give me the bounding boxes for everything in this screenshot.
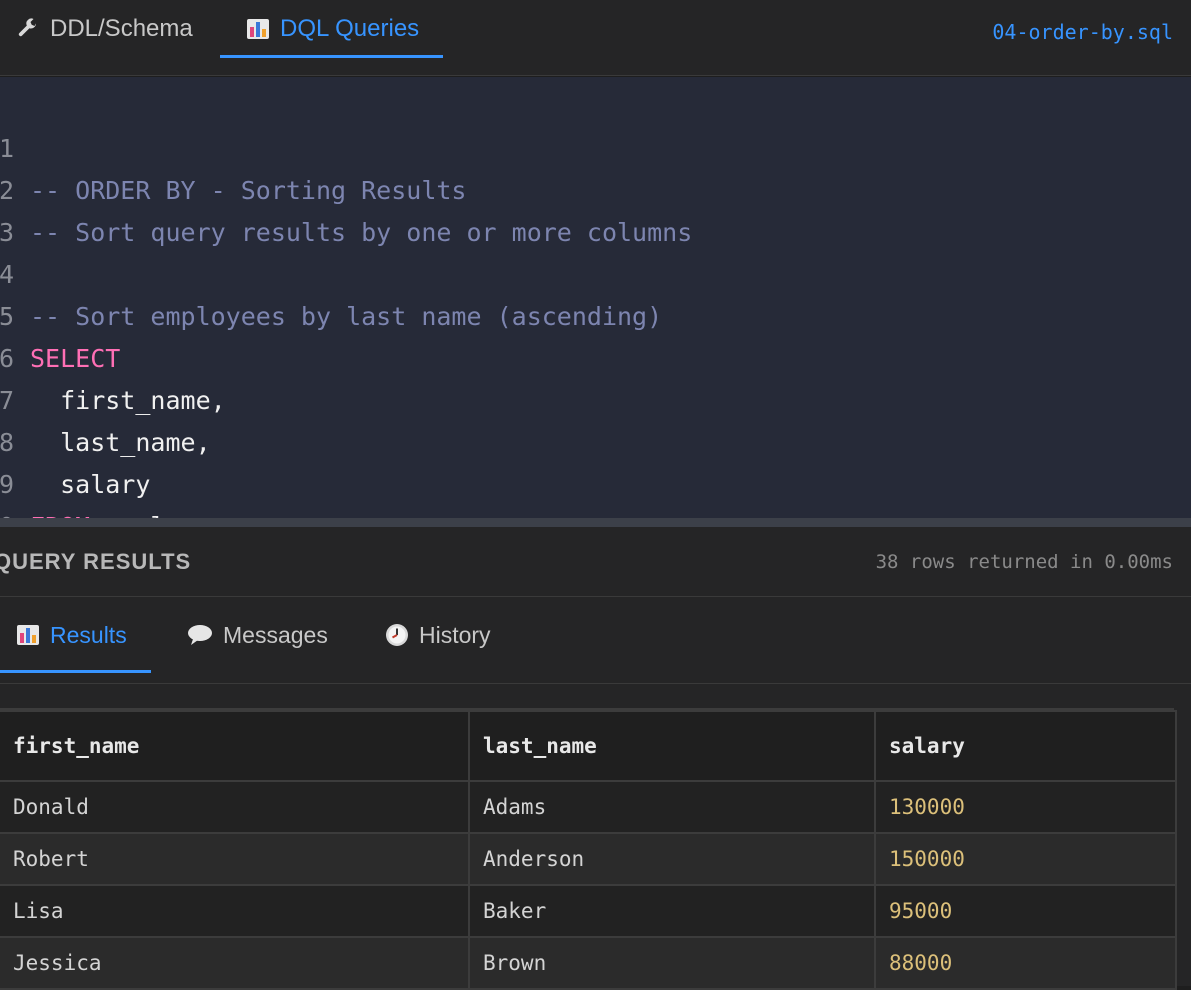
- speech-bubble-icon: [187, 624, 213, 646]
- column-header[interactable]: salary: [874, 710, 1177, 782]
- file-name: 04-order-by.sql: [992, 20, 1173, 44]
- code-line: 1 -- ORDER BY - Sorting Results: [0, 86, 1191, 205]
- code-line: 3: [0, 170, 1191, 247]
- bar-chart-icon: [16, 623, 40, 647]
- code-line: 4 -- Sort employees by last name (ascend…: [0, 212, 1191, 331]
- tab-history[interactable]: History: [385, 597, 491, 673]
- bar-chart-icon: [246, 17, 270, 41]
- table-cell: 130000: [874, 780, 1177, 834]
- results-tab-bar: Results Messages History: [0, 597, 1191, 684]
- tab-label: History: [419, 621, 491, 648]
- table-cell: Adams: [468, 780, 876, 834]
- tab-ddl-schema[interactable]: DDL/Schema: [16, 0, 193, 58]
- tab-label: DDL/Schema: [50, 15, 193, 42]
- tab-dql-queries[interactable]: DQL Queries: [220, 0, 444, 58]
- tab-label: DQL Queries: [280, 15, 420, 42]
- table-row[interactable]: Robert Anderson 150000: [0, 832, 1177, 886]
- editor-resize-handle[interactable]: [0, 518, 1191, 527]
- results-table: first_name last_name salary Donald Adams…: [0, 708, 1177, 990]
- table-cell: 150000: [874, 832, 1177, 886]
- code-line: 2 -- Sort query results by one or more c…: [0, 128, 1191, 247]
- table-cell: 88000: [874, 936, 1177, 990]
- table-cell: Anderson: [468, 832, 876, 886]
- table-cell: Robert: [0, 832, 470, 886]
- active-tab-indicator: [220, 55, 444, 58]
- column-header[interactable]: last_name: [468, 710, 876, 782]
- table-cell: Lisa: [0, 884, 470, 938]
- clock-icon: [385, 623, 409, 647]
- code-line: 6 first_name,: [0, 296, 1191, 415]
- tab-label: Results: [50, 621, 127, 648]
- table-header-row: first_name last_name salary: [0, 710, 1177, 782]
- table-row[interactable]: Donald Adams 130000: [0, 780, 1177, 834]
- tab-messages[interactable]: Messages: [187, 597, 328, 673]
- table-cell: 95000: [874, 884, 1177, 938]
- code-line: 5 SELECT: [0, 254, 1191, 373]
- code-line: 7 last_name,: [0, 338, 1191, 457]
- results-title: QUERY RESULTS: [0, 549, 192, 574]
- column-header[interactable]: first_name: [0, 710, 470, 782]
- sql-editor[interactable]: 1 -- ORDER BY - Sorting Results 2 -- Sor…: [0, 77, 1191, 583]
- table-row[interactable]: Lisa Baker 95000: [0, 884, 1177, 938]
- editor-tab-bar: DDL/Schema DQL Queries 04-order-by.sql: [0, 0, 1191, 76]
- table-row[interactable]: Jessica Brown 88000: [0, 936, 1177, 990]
- tab-label: Messages: [223, 621, 328, 648]
- table-cell: Jessica: [0, 936, 470, 990]
- code-line: 8 salary: [0, 380, 1191, 499]
- wrench-icon: [16, 17, 40, 41]
- results-panel: QUERY RESULTS 38 rows returned in 0.00ms…: [0, 527, 1191, 990]
- results-header: QUERY RESULTS 38 rows returned in 0.00ms: [0, 527, 1191, 597]
- code-line: 9 FROM employees: [0, 422, 1191, 541]
- table-cell: Donald: [0, 780, 470, 834]
- active-tab-indicator: [0, 670, 151, 673]
- table-cell: Baker: [468, 884, 876, 938]
- code-line: 0 ORDER BY last_name ASC;: [0, 464, 1191, 583]
- tab-results[interactable]: Results: [0, 597, 151, 673]
- results-stats: 38 rows returned in 0.00ms: [875, 551, 1173, 573]
- table-cell: Brown: [468, 936, 876, 990]
